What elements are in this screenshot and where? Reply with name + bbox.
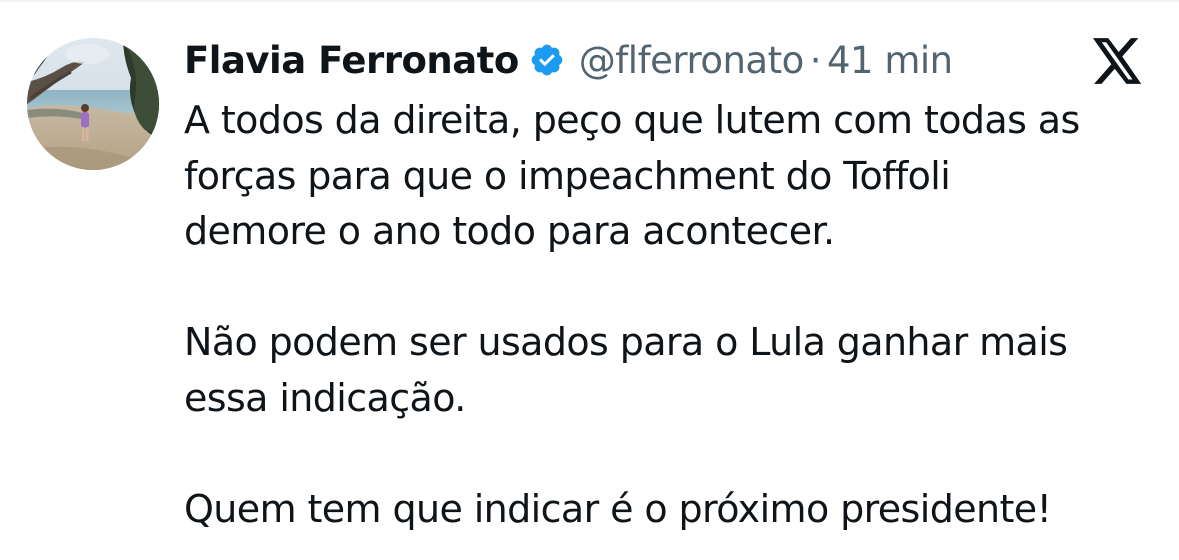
- verified-badge-icon: [529, 42, 565, 78]
- user-handle[interactable]: @flferronato: [579, 39, 804, 82]
- timestamp[interactable]: 41 min: [827, 39, 953, 82]
- tweet-text: A todos da direita, peço que lutem com t…: [184, 93, 1174, 537]
- tweet-line: Não podem ser usados para o Lula ganhar …: [184, 320, 1068, 364]
- tweet-line: forças para que o impeachment do Toffoli: [184, 153, 951, 198]
- tweet-header: Flavia Ferronato @flferronato · 41 min: [184, 34, 953, 86]
- tweet-line: demore o ano todo para acontecer.: [184, 209, 835, 253]
- tweet-line: Quem tem que indicar é o próximo preside…: [184, 486, 1052, 531]
- separator-dot: ·: [809, 38, 822, 82]
- tweet-line: essa indicação.: [184, 375, 466, 420]
- display-name[interactable]: Flavia Ferronato: [184, 39, 519, 82]
- divider: [0, 0, 1179, 2]
- x-logo-icon: [1093, 38, 1143, 84]
- avatar[interactable]: [27, 38, 159, 170]
- tweet-card: Flavia Ferronato @flferronato · 41 min A…: [0, 0, 1179, 560]
- tweet-line: A todos da direita, peço que lutem com t…: [184, 98, 1080, 142]
- avatar-photo: [27, 38, 159, 170]
